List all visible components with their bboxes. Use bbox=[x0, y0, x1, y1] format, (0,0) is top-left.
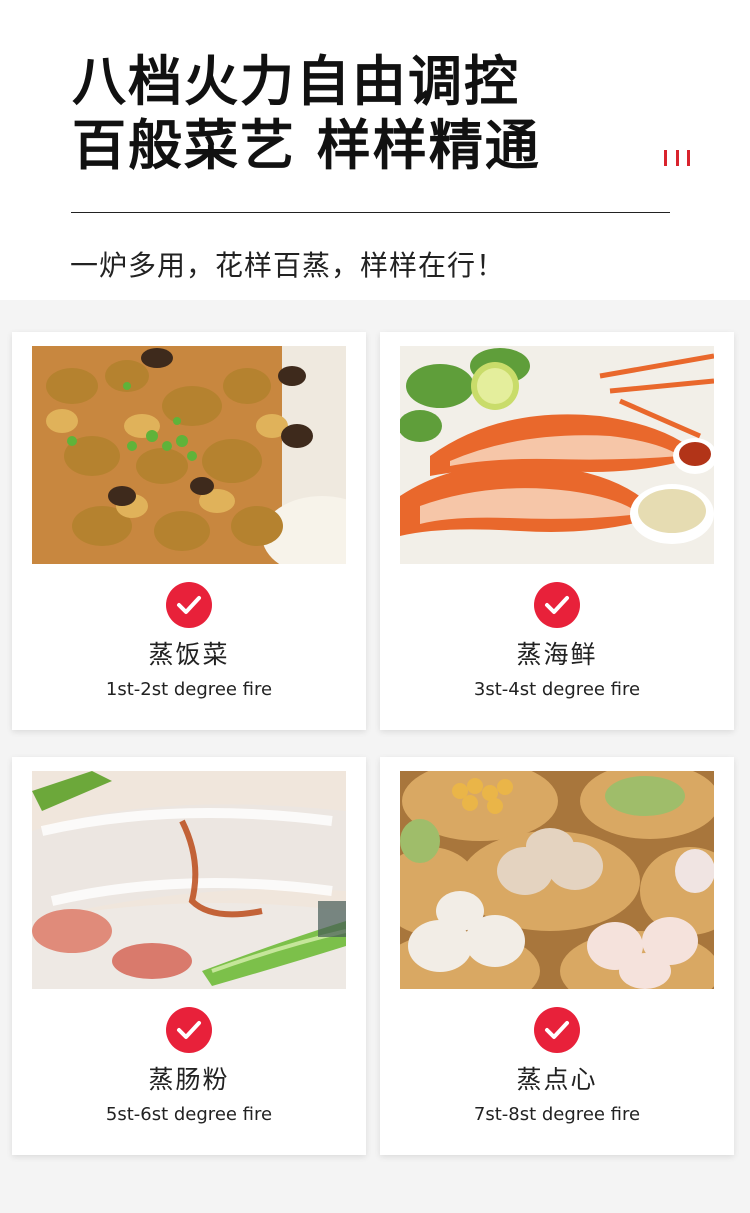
header-divider bbox=[71, 212, 670, 213]
card-rice-noodle-roll[interactable]: 蒸肠粉 5st-6st degree fire bbox=[12, 757, 366, 1155]
check-icon bbox=[166, 1007, 212, 1053]
rice-noodle-roll-photo bbox=[32, 771, 346, 989]
check-icon bbox=[166, 582, 212, 628]
fire-level: 7st-8st degree fire bbox=[473, 1104, 641, 1125]
dish-name: 蒸海鲜 bbox=[516, 640, 598, 669]
title-line-2: 百般菜艺 样样精通 bbox=[72, 114, 541, 177]
fire-level: 1st-2st degree fire bbox=[105, 679, 273, 700]
dim-sum-photo bbox=[400, 771, 714, 989]
title-line-1: 八档火力自由调控 bbox=[72, 50, 520, 113]
dish-name: 蒸点心 bbox=[516, 1065, 598, 1094]
fire-level: 3st-4st degree fire bbox=[473, 679, 641, 700]
check-icon bbox=[534, 1007, 580, 1053]
card-steamed-seafood[interactable]: 蒸海鲜 3st-4st degree fire bbox=[380, 332, 734, 730]
steamed-seafood-photo bbox=[400, 346, 714, 564]
dish-name: 蒸肠粉 bbox=[148, 1065, 230, 1094]
check-icon bbox=[534, 582, 580, 628]
card-dim-sum[interactable]: 蒸点心 7st-8st degree fire bbox=[380, 757, 734, 1155]
page-title: 八档火力自由调控 百般菜艺 样样精通 bbox=[72, 50, 541, 178]
subtitle: 一炉多用，花样百蒸，样样在行！ bbox=[70, 249, 506, 282]
steamed-rice-dish-photo bbox=[32, 346, 346, 564]
card-steamed-rice-dish[interactable]: 蒸饭菜 1st-2st degree fire bbox=[12, 332, 366, 730]
dish-name: 蒸饭菜 bbox=[148, 640, 230, 669]
decorative-bars bbox=[664, 150, 690, 166]
fire-level: 5st-6st degree fire bbox=[105, 1104, 273, 1125]
